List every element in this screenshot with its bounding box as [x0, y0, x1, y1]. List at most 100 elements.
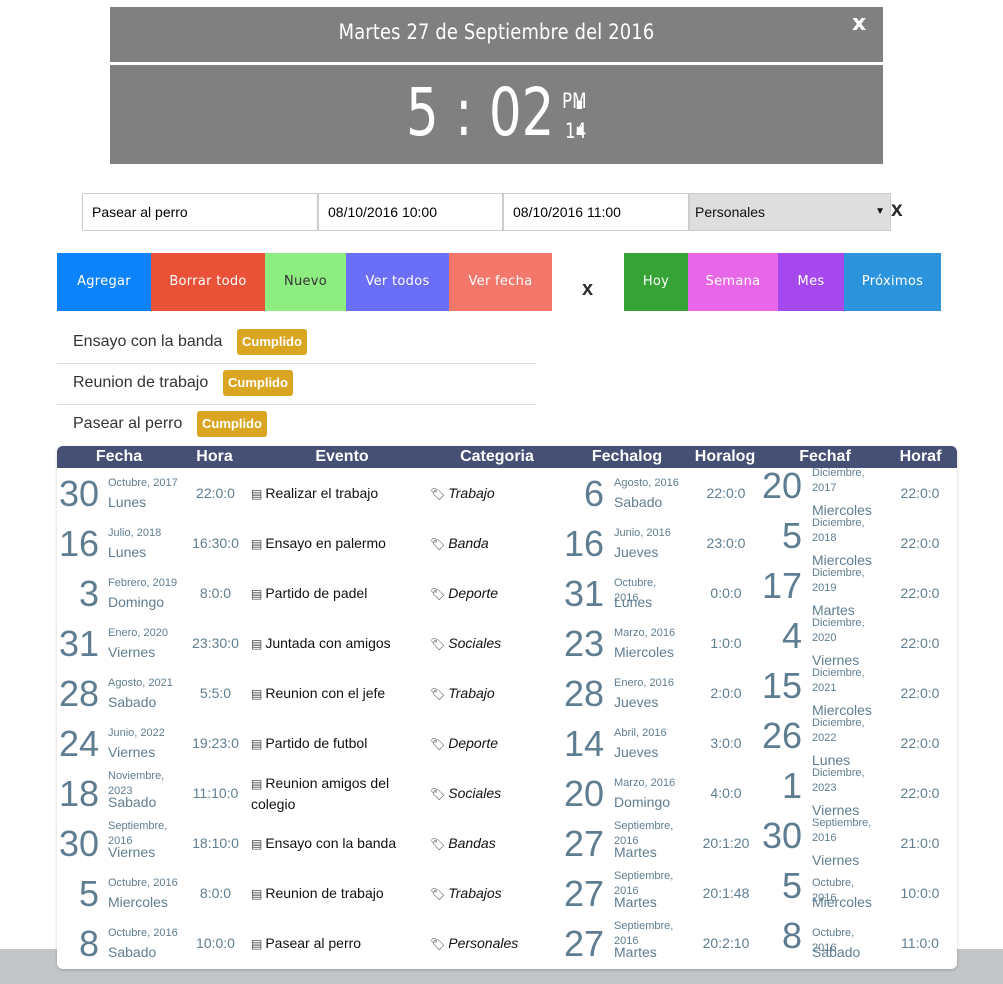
clear-form-button[interactable]: x — [891, 198, 903, 222]
fecha-day: 16 — [58, 523, 99, 564]
categoria-text: Trabajo — [448, 685, 495, 701]
end-datetime-input[interactable] — [513, 204, 679, 220]
fecha-day: 30 — [58, 473, 99, 514]
evento-cell: ▤ Reunion de trabajo — [251, 883, 411, 904]
add-button[interactable]: Agregar — [57, 253, 151, 311]
horalog-value: 20:1:20 — [702, 835, 750, 851]
fechalog-day: 23 — [563, 623, 604, 664]
fecha-day: 18 — [58, 773, 99, 814]
delete-all-button[interactable]: Borrar todo — [151, 253, 265, 311]
horalog-value: 22:0:0 — [706, 485, 746, 501]
fechalog-weekday: Miercoles — [614, 644, 674, 660]
tag-icon: 🏷 — [430, 887, 446, 901]
table-row: 8 Octubre, 2016 Sabado 10:0:0 ▤ Pasear al per… — [57, 918, 957, 968]
fechaf-day: 5 — [781, 515, 802, 556]
table-row: 30 Septiembre, 2016 Viernes 18:10:0 ▤ Ensayo … — [57, 815, 957, 868]
hora-value: 8:0:0 — [199, 585, 232, 601]
current-date: Martes 27 de Septiembre del 2016 — [338, 20, 655, 44]
fechalog-day: 6 — [583, 473, 604, 514]
evento-cell: ▤ Partido de futbol — [251, 733, 411, 754]
categoria-cell: 🏷 Deporte — [430, 585, 540, 602]
week-button[interactable]: Semana — [688, 253, 778, 311]
tag-icon: 🏷 — [430, 687, 446, 701]
horaf-value: 22:0:0 — [900, 785, 940, 801]
reminder-label: Reunion de trabajo — [73, 374, 209, 391]
status-badge: Cumplido — [237, 329, 307, 355]
fechaf-day: 15 — [761, 665, 802, 706]
fecha-weekday: Sabado — [108, 944, 157, 960]
start-datetime-field[interactable] — [318, 193, 503, 231]
document-icon: ▤ — [251, 837, 263, 851]
document-icon: ▤ — [251, 637, 263, 651]
clock-hours-minutes: 5 : 02 : — [406, 74, 589, 151]
fechaf-month: Diciembre, 2020 — [812, 617, 865, 644]
categoria-text: Bandas — [448, 835, 496, 851]
hora-value: 11:10:0 — [192, 785, 239, 801]
horalog-value: 0:0:0 — [710, 585, 742, 601]
fecha-month: Agosto, 2021 — [108, 677, 173, 689]
category-select[interactable]: Personales ▼ — [689, 193, 891, 231]
fechaf-month: Diciembre, 2021 — [812, 667, 865, 694]
fechaf-day: 30 — [761, 815, 802, 856]
document-icon: ▤ — [251, 487, 263, 501]
evento-text: Juntada con amigos — [265, 635, 391, 651]
end-datetime-field[interactable] — [503, 193, 689, 231]
fechaf-month: Diciembre, 2022 — [812, 717, 865, 744]
event-title-input[interactable] — [92, 204, 308, 220]
view-all-button[interactable]: Ver todos — [346, 253, 449, 311]
status-badge: Cumplido — [223, 370, 293, 396]
document-icon: ▤ — [251, 737, 263, 751]
table-row: 18 Noviembre, 2023 Sabado 11:10:0 ▤ Reunion a… — [57, 767, 957, 818]
hora-value: 19:23:0 — [192, 735, 239, 751]
hora-value: 18:10:0 — [192, 835, 239, 851]
close-clock-button[interactable]: x — [852, 11, 866, 36]
fechalog-day: 14 — [563, 723, 604, 764]
categoria-text: Deporte — [448, 735, 499, 751]
tag-icon: 🏷 — [430, 937, 446, 951]
horaf-value: 22:0:0 — [900, 585, 940, 601]
evento-cell: ▤ Reunion con el jefe — [251, 683, 411, 704]
tag-icon: 🏷 — [430, 637, 446, 651]
fecha-day: 8 — [78, 923, 99, 964]
fechalog-weekday: Domingo — [614, 794, 671, 810]
tag-icon: 🏷 — [430, 787, 446, 801]
table-row: 30 Octubre, 2017 Lunes 22:0:0 ▤ Realizar el t… — [57, 467, 957, 518]
start-datetime-input[interactable] — [328, 204, 493, 220]
reminder-label: Ensayo con la banda — [73, 333, 223, 350]
clear-filter-button[interactable]: x — [582, 278, 593, 301]
column-header-evento: Evento — [315, 448, 369, 465]
event-title-field[interactable] — [82, 193, 318, 231]
evento-text: Reunion con el jefe — [265, 685, 386, 701]
horalog-value: 20:2:10 — [702, 935, 750, 951]
view-date-button[interactable]: Ver fecha — [449, 253, 552, 311]
fechalog-weekday: Sabado — [614, 494, 663, 510]
evento-cell: ▤ Juntada con amigos — [251, 633, 411, 654]
month-button[interactable]: Mes — [778, 253, 844, 311]
horaf-value: 22:0:0 — [900, 485, 940, 501]
categoria-text: Trabajos — [448, 885, 502, 901]
horaf-value: 22:0:0 — [900, 735, 940, 751]
horalog-value: 2:0:0 — [710, 685, 742, 701]
horaf-value: 11:0:0 — [901, 935, 939, 951]
fechaf-day: 4 — [781, 615, 802, 656]
table-row: 16 Julio, 2018 Lunes 16:30:0 ▤ Ensayo en pale… — [57, 515, 957, 568]
column-header-fechalog: Fechalog — [591, 448, 663, 465]
fechalog-weekday: Jueves — [614, 744, 659, 760]
fecha-day: 30 — [58, 823, 99, 864]
fecha-month: Octubre, 2016 — [108, 927, 178, 939]
fechalog-weekday: Jueves — [614, 544, 659, 560]
evento-cell: ▤ Ensayo en palermo — [251, 533, 411, 554]
tag-icon: 🏷 — [430, 737, 446, 751]
upcoming-button[interactable]: Próximos — [844, 253, 941, 311]
hora-value: 16:30:0 — [192, 535, 239, 551]
fechaf-weekday: Viernes — [812, 852, 860, 868]
fechaf-day: 17 — [761, 565, 802, 606]
fechaf-day: 26 — [761, 715, 802, 756]
evento-text: Reunion amigos del colegio — [251, 775, 390, 812]
fechalog-weekday: Lunes — [614, 594, 653, 610]
evento-cell: ▤ Ensayo con la banda — [251, 833, 411, 854]
column-header-fecha: Fecha — [95, 448, 143, 465]
new-button[interactable]: Nuevo — [265, 253, 346, 311]
today-button[interactable]: Hoy — [624, 253, 688, 311]
categoria-cell: 🏷 Bandas — [430, 835, 540, 852]
